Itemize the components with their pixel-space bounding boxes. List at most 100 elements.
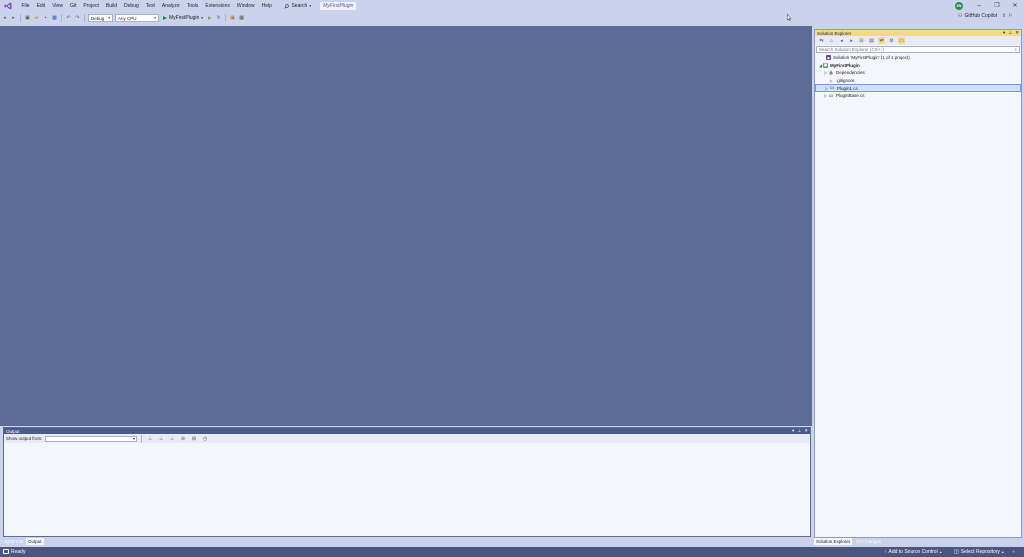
tab-git-changes[interactable]: Git Changes: [854, 538, 883, 545]
tab-error-list[interactable]: Error List: [3, 538, 25, 545]
clear-all-icon[interactable]: ⊘: [180, 435, 187, 442]
pin-icon[interactable]: ⊥: [797, 428, 801, 434]
tree-item-dependencies[interactable]: ▷ ⁂ Dependencies: [815, 69, 1021, 77]
close-icon[interactable]: ✕: [804, 428, 808, 434]
close-icon[interactable]: ✕: [1015, 30, 1019, 36]
show-all-files-icon[interactable]: ▤: [868, 37, 875, 44]
configuration-dropdown[interactable]: Debug ▾: [88, 14, 113, 22]
solution-explorer-search[interactable]: Search Solution Explorer (Ctrl+;) ⌕: [816, 46, 1020, 53]
arrow-up-icon: ↑: [884, 549, 887, 555]
tree-item-gitignore[interactable]: ◇ .gitignore: [815, 77, 1021, 85]
menu-help[interactable]: Help: [258, 0, 275, 12]
solution-title-badge: MyFirstPlugin: [320, 2, 357, 10]
output-toolbar: Show output from: ⊥ ⊥ ⊥ ⊘ ⊞ ◷: [4, 434, 810, 443]
dependencies-icon: ⁂: [829, 70, 833, 75]
account-avatar[interactable]: EN: [955, 2, 963, 10]
close-window-button[interactable]: ✕: [1006, 0, 1024, 12]
dropdown-icon[interactable]: ▾: [792, 428, 794, 434]
next-message-icon[interactable]: ⊥: [169, 435, 176, 442]
collapse-all-icon[interactable]: ⊟: [858, 37, 865, 44]
navigate-back-icon[interactable]: ◂: [1, 15, 8, 22]
csharp-file-icon: C#: [828, 93, 834, 98]
search-label: Search: [291, 3, 308, 9]
menu-debug[interactable]: Debug: [121, 0, 143, 12]
status-text: Ready: [11, 549, 26, 555]
layout-icon[interactable]: ▦: [238, 15, 245, 22]
tree-item-label: Solution 'MyFirstPlugin' (1 of 1 project…: [833, 55, 910, 61]
chevron-down-icon: ▾: [309, 4, 312, 8]
tree-item-plugin1[interactable]: ▷ C# Plugin1.cs: [815, 84, 1021, 92]
tree-item-solution[interactable]: ◈ Solution 'MyFirstPlugin' (1 of 1 proje…: [815, 54, 1021, 62]
github-copilot-button[interactable]: ⚇ GitHub Copilot ⇧ ⚐: [958, 13, 1013, 19]
output-source-select[interactable]: [44, 435, 137, 442]
find-message-icon[interactable]: ⊥: [147, 435, 154, 442]
back-icon[interactable]: ◂: [838, 37, 845, 44]
open-file-icon[interactable]: ▰: [33, 15, 40, 22]
output-panel: Output ▾ ⊥ ✕ Show output from: ⊥ ⊥ ⊥ ⊘ ⊞…: [3, 427, 811, 537]
toolbar-separator: [61, 14, 62, 22]
menu-bar: File Edit View Git Project Build Debug T…: [0, 0, 1024, 12]
output-window-icon[interactable]: [3, 549, 9, 554]
navigate-forward-icon[interactable]: ▸: [10, 15, 17, 22]
minimize-button[interactable]: –: [970, 0, 988, 12]
chevron-up-icon: ▴: [939, 550, 942, 554]
menu-analyze[interactable]: Analyze: [158, 0, 183, 12]
switch-views-icon[interactable]: ⇆: [818, 37, 825, 44]
notification-bell-icon: ●: [1012, 549, 1016, 555]
pin-icon[interactable]: ⊥: [1008, 30, 1012, 36]
start-debugging-button[interactable]: MyFirstPlugin ▾: [163, 15, 203, 21]
select-repository-button[interactable]: ◫ Select Repository ▴: [954, 547, 1004, 557]
search-button[interactable]: Search ▾: [281, 3, 314, 9]
menu-test[interactable]: Test: [142, 0, 158, 12]
notifications-button[interactable]: ●: [1012, 547, 1015, 557]
show-output-from-label: Show output from:: [6, 436, 43, 441]
sync-icon[interactable]: ⇄: [878, 37, 885, 44]
browser-link-icon[interactable]: ▣: [229, 15, 236, 22]
run-target-label: MyFirstPlugin: [169, 15, 200, 21]
menu-view[interactable]: View: [49, 0, 67, 12]
start-without-debugging-icon[interactable]: [206, 15, 213, 22]
forward-icon[interactable]: ▸: [848, 37, 855, 44]
new-project-icon[interactable]: ▣: [24, 15, 31, 22]
clock-icon[interactable]: ◷: [202, 435, 209, 442]
menu-extensions[interactable]: Extensions: [202, 0, 233, 12]
dropdown-icon[interactable]: ▾: [1003, 30, 1005, 36]
tab-output[interactable]: Output: [26, 538, 44, 545]
share-icon[interactable]: ⇧: [1002, 13, 1006, 19]
menu-window[interactable]: Window: [233, 0, 258, 12]
save-icon[interactable]: ▪: [42, 15, 49, 22]
solution-icon: ◈: [826, 55, 831, 61]
output-title: Output: [6, 428, 20, 434]
solution-explorer-toolbar: ⇆ ⌂ ◂ ▸ ⊟ ▤ ⇄ ⚙ ▭: [815, 36, 1021, 45]
csharp-file-icon: C#: [829, 86, 835, 91]
editor-area: [0, 26, 812, 426]
home-icon[interactable]: ⌂: [828, 37, 835, 44]
tab-solution-explorer[interactable]: Solution Explorer: [814, 538, 853, 545]
menu-build[interactable]: Build: [102, 0, 120, 12]
copilot-icon: ⚇: [958, 13, 963, 19]
save-all-icon[interactable]: ▩: [51, 15, 58, 22]
word-wrap-icon[interactable]: ⊞: [191, 435, 198, 442]
solution-tree: ◈ Solution 'MyFirstPlugin' (1 of 1 proje…: [815, 54, 1021, 100]
configuration-value: Debug: [91, 15, 105, 21]
menu-file[interactable]: File: [18, 0, 33, 12]
toolbar-separator: [84, 14, 85, 22]
menu-git[interactable]: Git: [66, 0, 79, 12]
hot-reload-icon[interactable]: ↻: [215, 15, 222, 22]
preview-icon[interactable]: ▭: [898, 37, 905, 44]
search-icon: ⌕: [1014, 47, 1017, 52]
previous-message-icon[interactable]: ⊥: [158, 435, 165, 442]
menu-tools[interactable]: Tools: [183, 0, 202, 12]
redo-icon[interactable]: ↷: [74, 15, 81, 22]
properties-icon[interactable]: ⚙: [888, 37, 895, 44]
add-to-source-control-button[interactable]: ↑ Add to Source Control ▴: [884, 547, 941, 557]
tree-item-project[interactable]: ◢ ▣ MyFirstPlugin: [815, 62, 1021, 70]
platform-dropdown[interactable]: Any CPU ▾: [115, 14, 159, 22]
tree-item-pluginbase[interactable]: ▷ C# PluginBase.cs: [815, 92, 1021, 100]
feedback-icon[interactable]: ⚐: [1008, 13, 1012, 19]
undo-icon[interactable]: ↶: [65, 15, 72, 22]
search-placeholder: Search Solution Explorer (Ctrl+;): [819, 47, 884, 52]
restore-button[interactable]: ❐: [988, 0, 1006, 12]
menu-project[interactable]: Project: [80, 0, 103, 12]
menu-edit[interactable]: Edit: [33, 0, 49, 12]
